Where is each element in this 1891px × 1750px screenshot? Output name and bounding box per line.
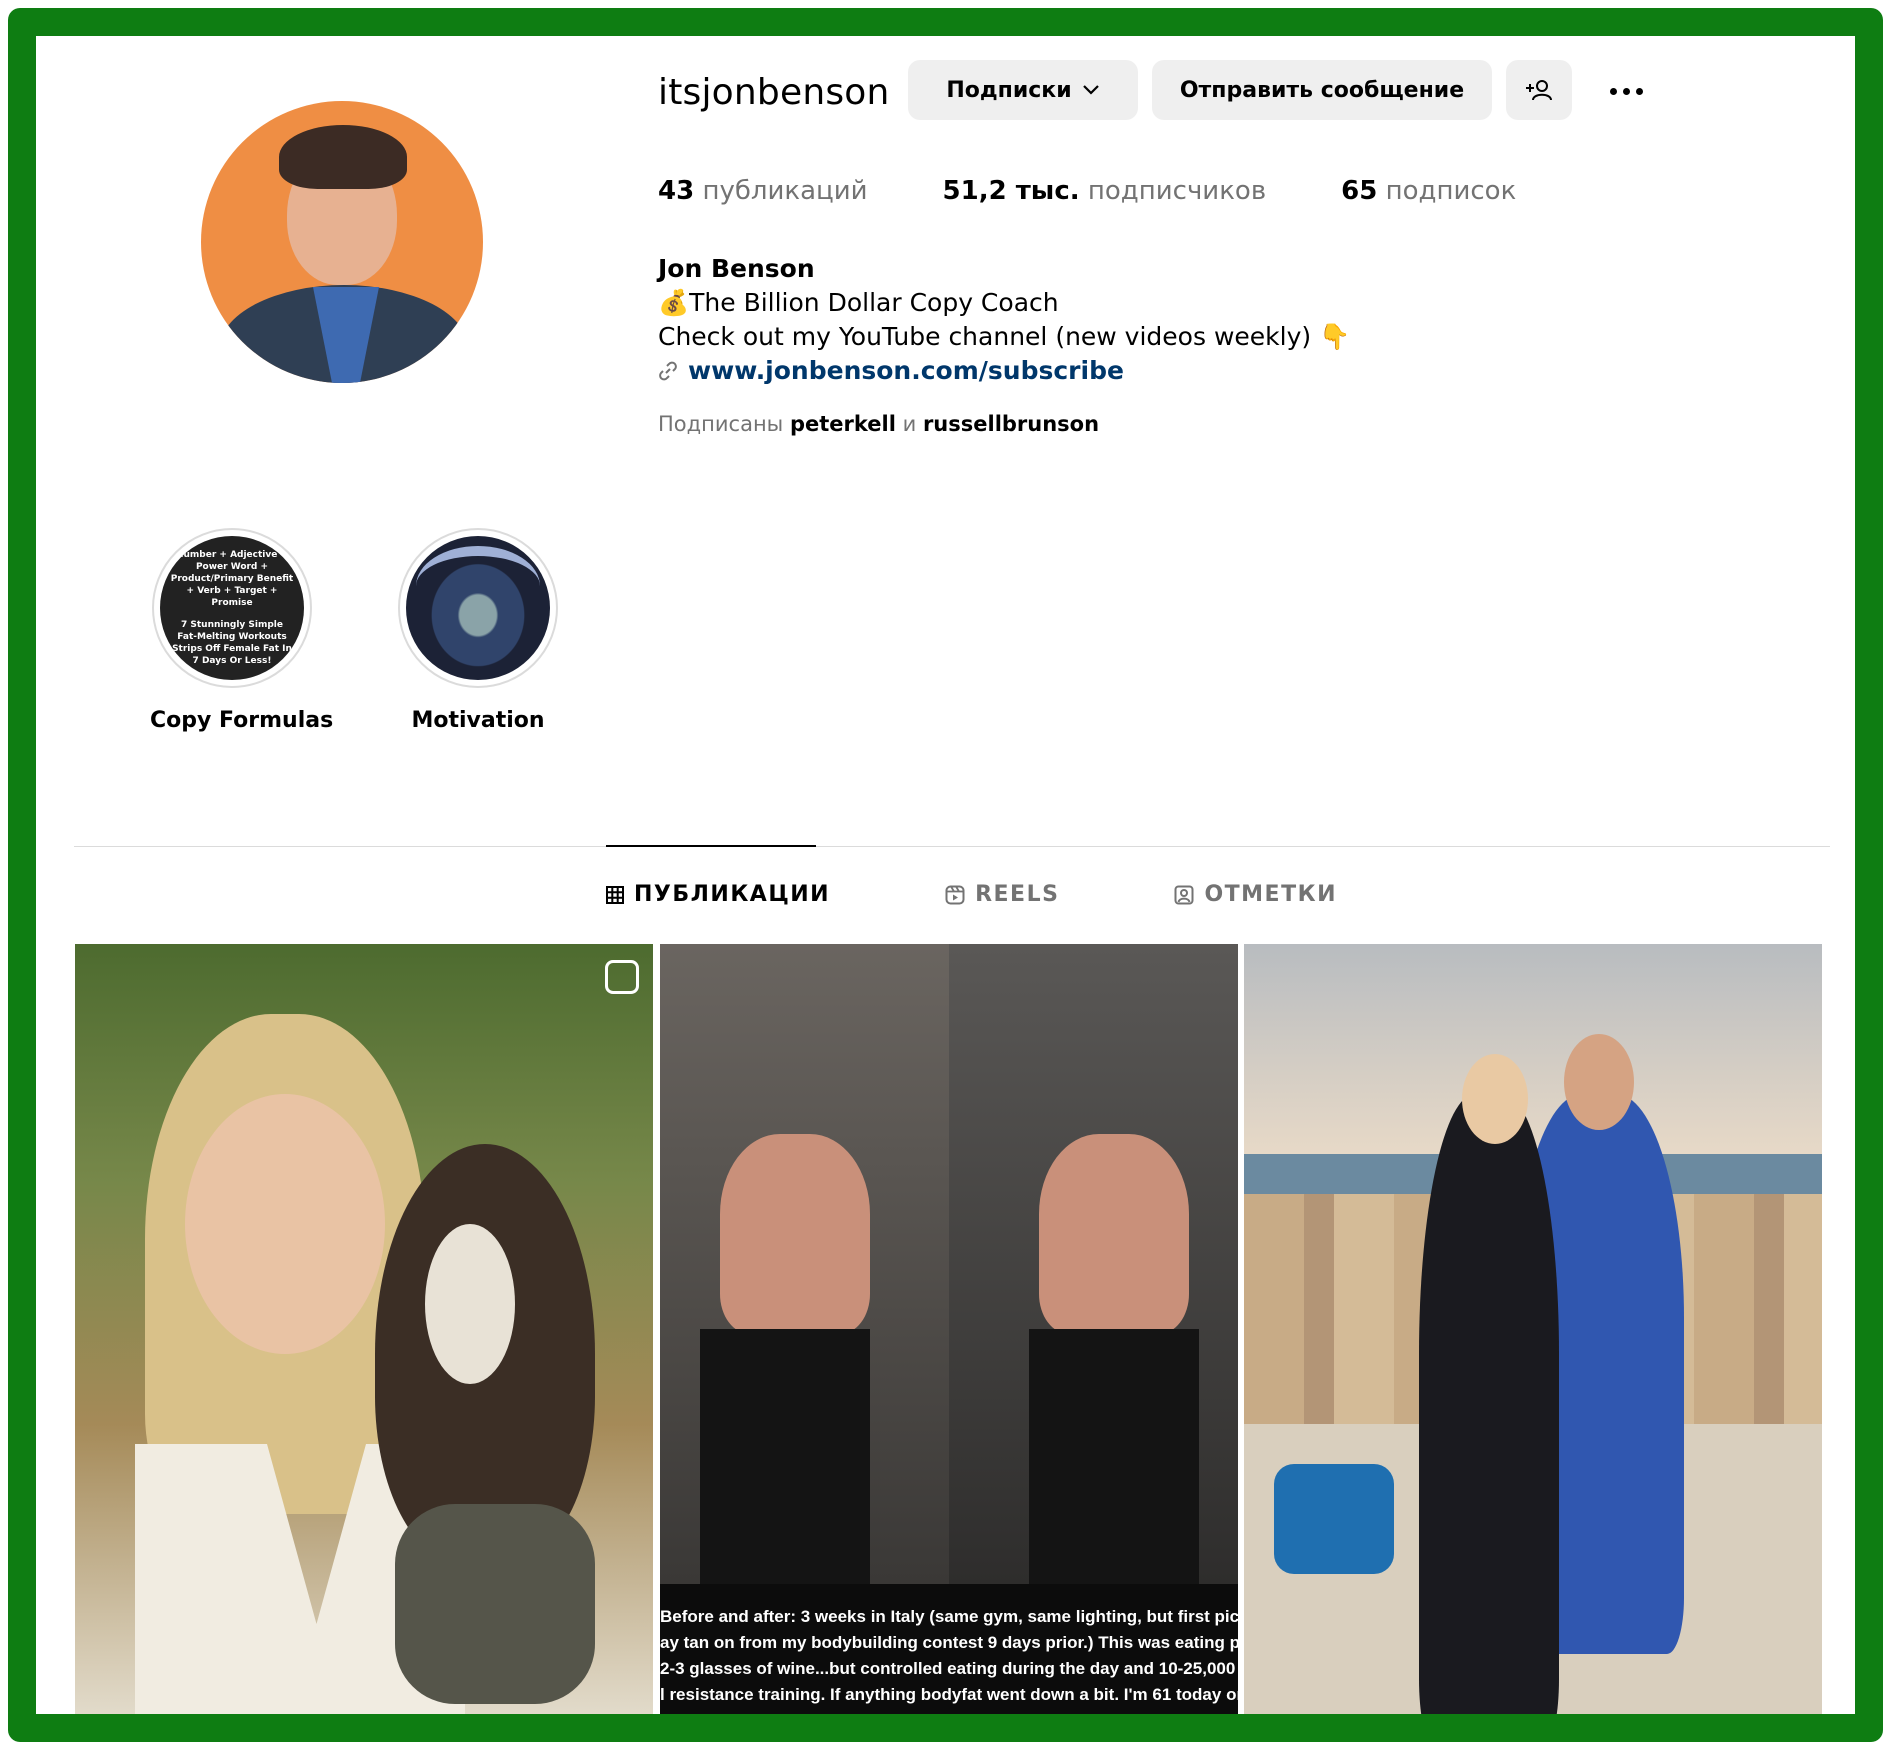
avatar-hair-shape bbox=[279, 125, 407, 189]
more-options-button[interactable] bbox=[1596, 76, 1656, 106]
post-2-caption-line: l resistance training. If anything bodyf… bbox=[660, 1685, 1238, 1704]
highlight-ring: Number + Adjective + Power Word + Produc… bbox=[152, 528, 312, 688]
profile-tabs: ПУБЛИКАЦИИ REELS ОТМЕТКИ bbox=[606, 882, 1337, 907]
suggest-users-button[interactable] bbox=[1506, 60, 1572, 120]
post-tile-1[interactable] bbox=[75, 944, 653, 1714]
following-count-label: подписок bbox=[1385, 176, 1517, 206]
highlight-label: Copy Formulas bbox=[150, 708, 334, 733]
followed-by-user-2[interactable]: russellbrunson bbox=[923, 412, 1099, 436]
post-3-woman-head-shape bbox=[1462, 1054, 1528, 1144]
followed-by-conjunction: и bbox=[902, 412, 917, 436]
more-dot bbox=[1609, 87, 1617, 95]
highlight-label: Motivation bbox=[411, 708, 545, 733]
posts-count-value: 43 bbox=[658, 176, 695, 206]
tab-tagged-label: ОТМЕТКИ bbox=[1204, 882, 1337, 907]
post-2-caption-line: ay tan on from my bodybuilding contest 9… bbox=[660, 1633, 1238, 1652]
followers-count-label: подписчиков bbox=[1087, 176, 1267, 206]
post-tile-3[interactable] bbox=[1244, 944, 1822, 1714]
tab-reels-label: REELS bbox=[975, 882, 1060, 907]
post-3-sky bbox=[1244, 944, 1822, 1154]
tab-tagged[interactable]: ОТМЕТКИ bbox=[1174, 882, 1337, 907]
post-3-woman-shape bbox=[1419, 1094, 1559, 1714]
post-1-glove-shape bbox=[395, 1504, 595, 1704]
tab-posts[interactable]: ПУБЛИКАЦИИ bbox=[606, 882, 830, 907]
tagged-icon bbox=[1174, 885, 1194, 904]
post-2-caption-line: 2-3 glasses of wine...but controlled eat… bbox=[660, 1659, 1238, 1678]
following-button-label: Подписки bbox=[946, 77, 1072, 103]
active-tab-indicator bbox=[606, 845, 816, 847]
bio-line-1: 💰The Billion Dollar Copy Coach bbox=[658, 288, 1059, 317]
post-2-pants-shape bbox=[700, 1329, 870, 1589]
followed-by[interactable]: Подписаны peterkell и russellbrunson bbox=[658, 412, 1099, 436]
profile-avatar[interactable] bbox=[201, 101, 483, 383]
post-3-man-head-shape bbox=[1564, 1034, 1634, 1130]
profile-full-name: Jon Benson bbox=[658, 254, 815, 283]
highlight-ring bbox=[398, 528, 558, 688]
following-count[interactable]: 65 подписок bbox=[1341, 176, 1516, 206]
post-2-torso-shape bbox=[1039, 1134, 1189, 1334]
followed-by-user-1[interactable]: peterkell bbox=[790, 412, 896, 436]
bio-line-2: Check out my YouTube channel (new videos… bbox=[658, 322, 1351, 351]
highlight-cover-text-1: Number + Adjective + Power Word + Produc… bbox=[170, 550, 294, 608]
posts-count: 43 публикаций bbox=[658, 176, 868, 206]
link-icon bbox=[659, 361, 677, 381]
profile-stats: 43 публикаций 51,2 тыс. подписчиков 65 п… bbox=[658, 176, 1591, 206]
highlight-copy-formulas[interactable]: Number + Adjective + Power Word + Produc… bbox=[150, 528, 334, 733]
post-2-pants-shape bbox=[1029, 1329, 1199, 1589]
more-dot bbox=[1622, 87, 1630, 95]
tab-posts-label: ПУБЛИКАЦИИ bbox=[634, 882, 831, 907]
chevron-down-icon bbox=[1082, 85, 1099, 95]
tabs-divider bbox=[74, 846, 1830, 847]
send-message-label: Отправить сообщение bbox=[1179, 77, 1465, 103]
followed-by-prefix: Подписаны bbox=[658, 412, 784, 436]
post-2-caption: Before and after: 3 weeks in Italy (same… bbox=[660, 1584, 1238, 1714]
followers-count-value: 51,2 тыс. bbox=[942, 176, 1080, 206]
highlight-cover-text-2: 7 Stunningly Simple Fat-Melting Workouts… bbox=[172, 620, 292, 666]
posts-count-label: публикаций bbox=[702, 176, 868, 206]
highlight-cover bbox=[406, 536, 550, 680]
reel-icon bbox=[605, 960, 639, 994]
add-user-icon bbox=[1526, 80, 1552, 101]
grid-icon bbox=[606, 885, 624, 904]
post-2-after-photo bbox=[949, 944, 1238, 1589]
reels-icon bbox=[945, 885, 965, 904]
post-1-bird-chest-shape bbox=[425, 1224, 515, 1384]
profile-username: itsjonbenson bbox=[658, 72, 890, 113]
highlight-cover: Number + Adjective + Power Word + Produc… bbox=[160, 536, 304, 680]
post-3-pillow-shape bbox=[1274, 1464, 1394, 1574]
bio-link[interactable]: www.jonbenson.com/subscribe bbox=[658, 354, 1350, 388]
post-2-caption-line: Before and after: 3 weeks in Italy (same… bbox=[660, 1607, 1238, 1626]
post-2-torso-shape bbox=[720, 1134, 870, 1334]
post-tile-2[interactable]: Before and after: 3 weeks in Italy (same… bbox=[660, 944, 1238, 1714]
following-count-value: 65 bbox=[1341, 176, 1378, 206]
following-dropdown-button[interactable]: Подписки bbox=[908, 60, 1138, 120]
profile-page: itsjonbenson Подписки Отправить сообщени… bbox=[36, 36, 1855, 1714]
post-2-before-photo bbox=[660, 944, 949, 1589]
tab-reels[interactable]: REELS bbox=[945, 882, 1059, 907]
send-message-button[interactable]: Отправить сообщение bbox=[1152, 60, 1492, 120]
post-1-face-shape bbox=[185, 1094, 385, 1354]
highlight-motivation[interactable]: Motivation bbox=[396, 528, 560, 733]
more-dot bbox=[1635, 87, 1643, 95]
bio-link-text: www.jonbenson.com/subscribe bbox=[688, 356, 1124, 385]
profile-bio: Jon Benson 💰The Billion Dollar Copy Coac… bbox=[658, 252, 1350, 388]
followers-count[interactable]: 51,2 тыс. подписчиков bbox=[943, 176, 1267, 206]
